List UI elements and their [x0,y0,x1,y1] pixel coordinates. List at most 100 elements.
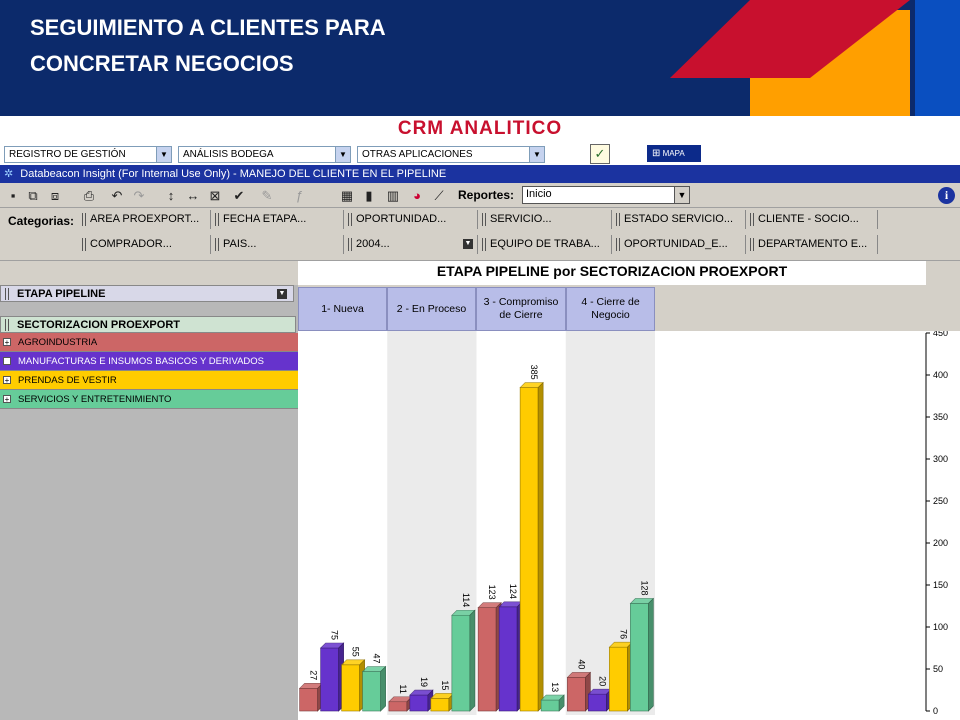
bar-chart: 0 50 100 150 200 250 300 350 400 450 27 75 55 47 11 19 1… [298,331,948,716]
dimension-sectorizacion[interactable]: SECTORIZACION PROEXPORT [0,316,296,333]
bar [388,701,408,712]
expand-icon[interactable]: + [3,357,11,366]
expand-icon[interactable]: + [3,338,11,347]
y-tick-label: 50 [933,664,943,674]
dimension-etapa-pipeline[interactable]: ETAPA PIPELINE ▼ [0,285,294,302]
category-pais[interactable]: PAIS... [213,235,344,254]
line-chart-icon[interactable]: ⟋ [430,187,448,204]
bar [519,387,539,712]
y-tick-label: 0 [933,706,938,716]
segment-label: AGROINDUSTRIA [18,337,98,348]
analisis-bodega-value: ANÁLISIS BODEGA [183,149,274,160]
category-oportunidad[interactable]: OPORTUNIDAD... [346,210,478,229]
mapa-button[interactable]: ⊞ MAPA [647,145,701,162]
otras-aplicaciones-value: OTRAS APLICACIONES [362,149,473,160]
category-comprador[interactable]: COMPRADOR... [80,235,211,254]
data-label: 40 [576,659,586,669]
table-view-icon[interactable]: ▦ [338,187,356,204]
checklist-icon[interactable]: ✓ [590,144,610,164]
dimensions-panel: ETAPA PIPELINE ▼ SECTORIZACION PROEXPORT… [0,261,298,720]
segment-row-manufacturas[interactable]: + MANUFACTURAS E INSUMOS BASICOS Y DERIV… [0,352,298,371]
window-title: Databeacon Insight (For Internal Use Onl… [20,168,447,180]
pie-chart-icon[interactable]: ◕ [408,187,426,204]
stage-header-nueva[interactable]: 1- Nueva [298,287,387,331]
analisis-bodega-select[interactable]: ANÁLISIS BODEGA ▼ [178,146,351,163]
registro-gestion-select[interactable]: REGISTRO DE GESTIÓN ▼ [4,146,172,163]
app-window: REGISTRO DE GESTIÓN ▼ ANÁLISIS BODEGA ▼ … [0,143,960,720]
segment-row-agroindustria[interactable]: + AGROINDUSTRIA [0,333,298,352]
formula-icon[interactable]: ƒ [290,187,308,204]
bar-side-face [469,609,476,712]
otras-aplicaciones-select[interactable]: OTRAS APLICACIONES ▼ [357,146,545,163]
info-icon[interactable]: i [938,187,955,204]
data-label: 13 [550,682,560,692]
reportes-select[interactable]: Inicio ▼ [522,186,690,204]
bar [409,694,429,712]
bar [341,664,360,712]
check-icon[interactable]: ✔ [230,187,248,204]
category-cliente-socio[interactable]: CLIENTE - SOCIO... [748,210,878,229]
stacked-chart-icon[interactable]: ▥ [384,187,402,204]
y-tick-label: 200 [933,538,948,548]
segment-row-servicios[interactable]: + SERVICIOS Y ENTRETENIMIENTO [0,390,298,409]
stage-header-cierre[interactable]: 4 - Cierre de Negocio [566,287,655,331]
dimension-sectorizacion-label: SECTORIZACION PROEXPORT [17,319,180,331]
data-label: 55 [351,647,361,657]
dimension-etapa-label: ETAPA PIPELINE [17,288,106,300]
bar [451,614,471,712]
stage-header-en-proceso[interactable]: 2 - En Proceso [387,287,476,331]
category-servicio[interactable]: SERVICIO... [480,210,612,229]
bar [320,647,339,712]
redo-icon[interactable]: ↷ [130,187,148,204]
slide-title-line-1: SEGUIMIENTO A CLIENTES PARA [30,15,386,40]
sitemap-icon: ⊞ [652,148,661,159]
data-label: 75 [330,630,340,640]
data-label: 128 [639,580,649,595]
chevron-down-icon: ▼ [156,147,171,162]
category-estado-servicio[interactable]: ESTADO SERVICIO... [614,210,746,229]
mapa-label: MAPA [662,149,685,158]
y-tick-label: 350 [933,412,948,422]
y-tick-label: 400 [933,370,948,380]
chevron-down-icon[interactable]: ▼ [463,239,473,249]
category-departamento[interactable]: DEPARTAMENTO E... [748,235,878,254]
y-tick-label: 100 [933,622,948,632]
segment-label: SERVICIOS Y ENTRETENIMIENTO [18,394,172,405]
header-decoration [670,0,960,116]
data-label: 114 [461,593,471,607]
reportes-value: Inicio [526,188,552,200]
segment-row-prendas[interactable]: + PRENDAS DE VESTIR [0,371,298,390]
bar-side-face [648,597,654,712]
expand-icon[interactable]: + [3,376,11,385]
slide: SEGUIMIENTO A CLIENTES PARA CONCRETAR NE… [0,0,960,720]
fit-width-icon[interactable]: ↔ [184,187,202,204]
print-icon[interactable]: ⎙ [80,187,98,204]
chevron-down-icon: ▼ [674,187,689,203]
reportes-label: Reportes: [458,188,515,202]
edit-icon[interactable]: ✎ [258,187,276,204]
category-oportunidad-e[interactable]: OPORTUNIDAD_E... [614,235,746,254]
bar [567,677,586,712]
category-area-proexport[interactable]: AREA PROEXPORT... [80,210,211,229]
export-icon[interactable]: ⧈ [46,187,64,204]
registro-gestion-value: REGISTRO DE GESTIÓN [9,149,126,160]
chevron-down-icon[interactable]: ▼ [277,289,287,299]
categories-bar: Categorias: AREA PROEXPORT... FECHA ETAP… [0,209,960,261]
fit-height-icon[interactable]: ↕ [162,187,180,204]
category-fecha-etapa[interactable]: FECHA ETAPA... [213,210,344,229]
category-equipo-trabajo[interactable]: EQUIPO DE TRABA... [480,235,612,254]
category-year[interactable]: 2004... ▼ [346,235,478,254]
open-report-icon[interactable]: ⧉ [24,187,42,204]
toolbar: ▪ ⧉ ⧈ ⎙ ↶ ↷ ↕ ↔ ⊠ ✔ ✎ ƒ ▦ ▮ ▥ ◕ ⟋ Report… [0,183,960,208]
y-tick-label: 150 [933,580,948,590]
top-navigation: REGISTRO DE GESTIÓN ▼ ANÁLISIS BODEGA ▼ … [0,143,960,165]
undo-icon[interactable]: ↶ [108,187,126,204]
expand-icon[interactable]: + [3,395,11,404]
save-icon[interactable]: ▪ [4,187,22,204]
chevron-down-icon: ▼ [529,147,544,162]
slide-title: SEGUIMIENTO A CLIENTES PARA CONCRETAR NE… [30,10,386,82]
bar [362,671,381,712]
stage-header-compromiso[interactable]: 3 - Compromiso de Cierre [476,287,566,331]
bar-chart-icon[interactable]: ▮ [360,187,378,204]
filter-icon[interactable]: ⊠ [206,187,224,204]
